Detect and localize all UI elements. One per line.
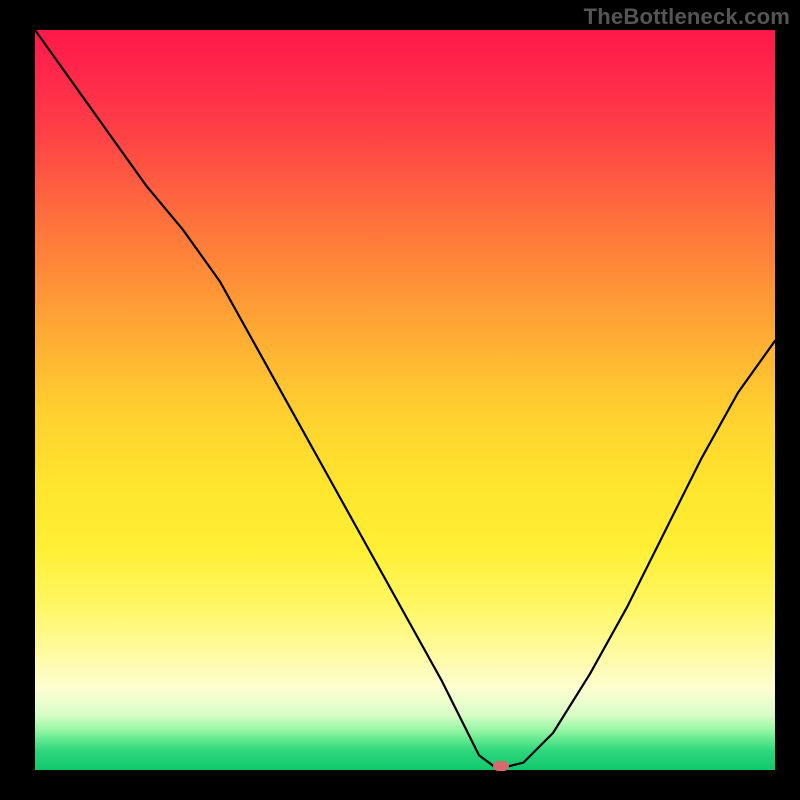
watermark-text: TheBottleneck.com	[584, 4, 790, 30]
bottleneck-curve	[35, 30, 775, 770]
optimal-point-marker	[493, 761, 509, 771]
plot-area	[35, 30, 775, 770]
chart-root: TheBottleneck.com	[0, 0, 800, 800]
